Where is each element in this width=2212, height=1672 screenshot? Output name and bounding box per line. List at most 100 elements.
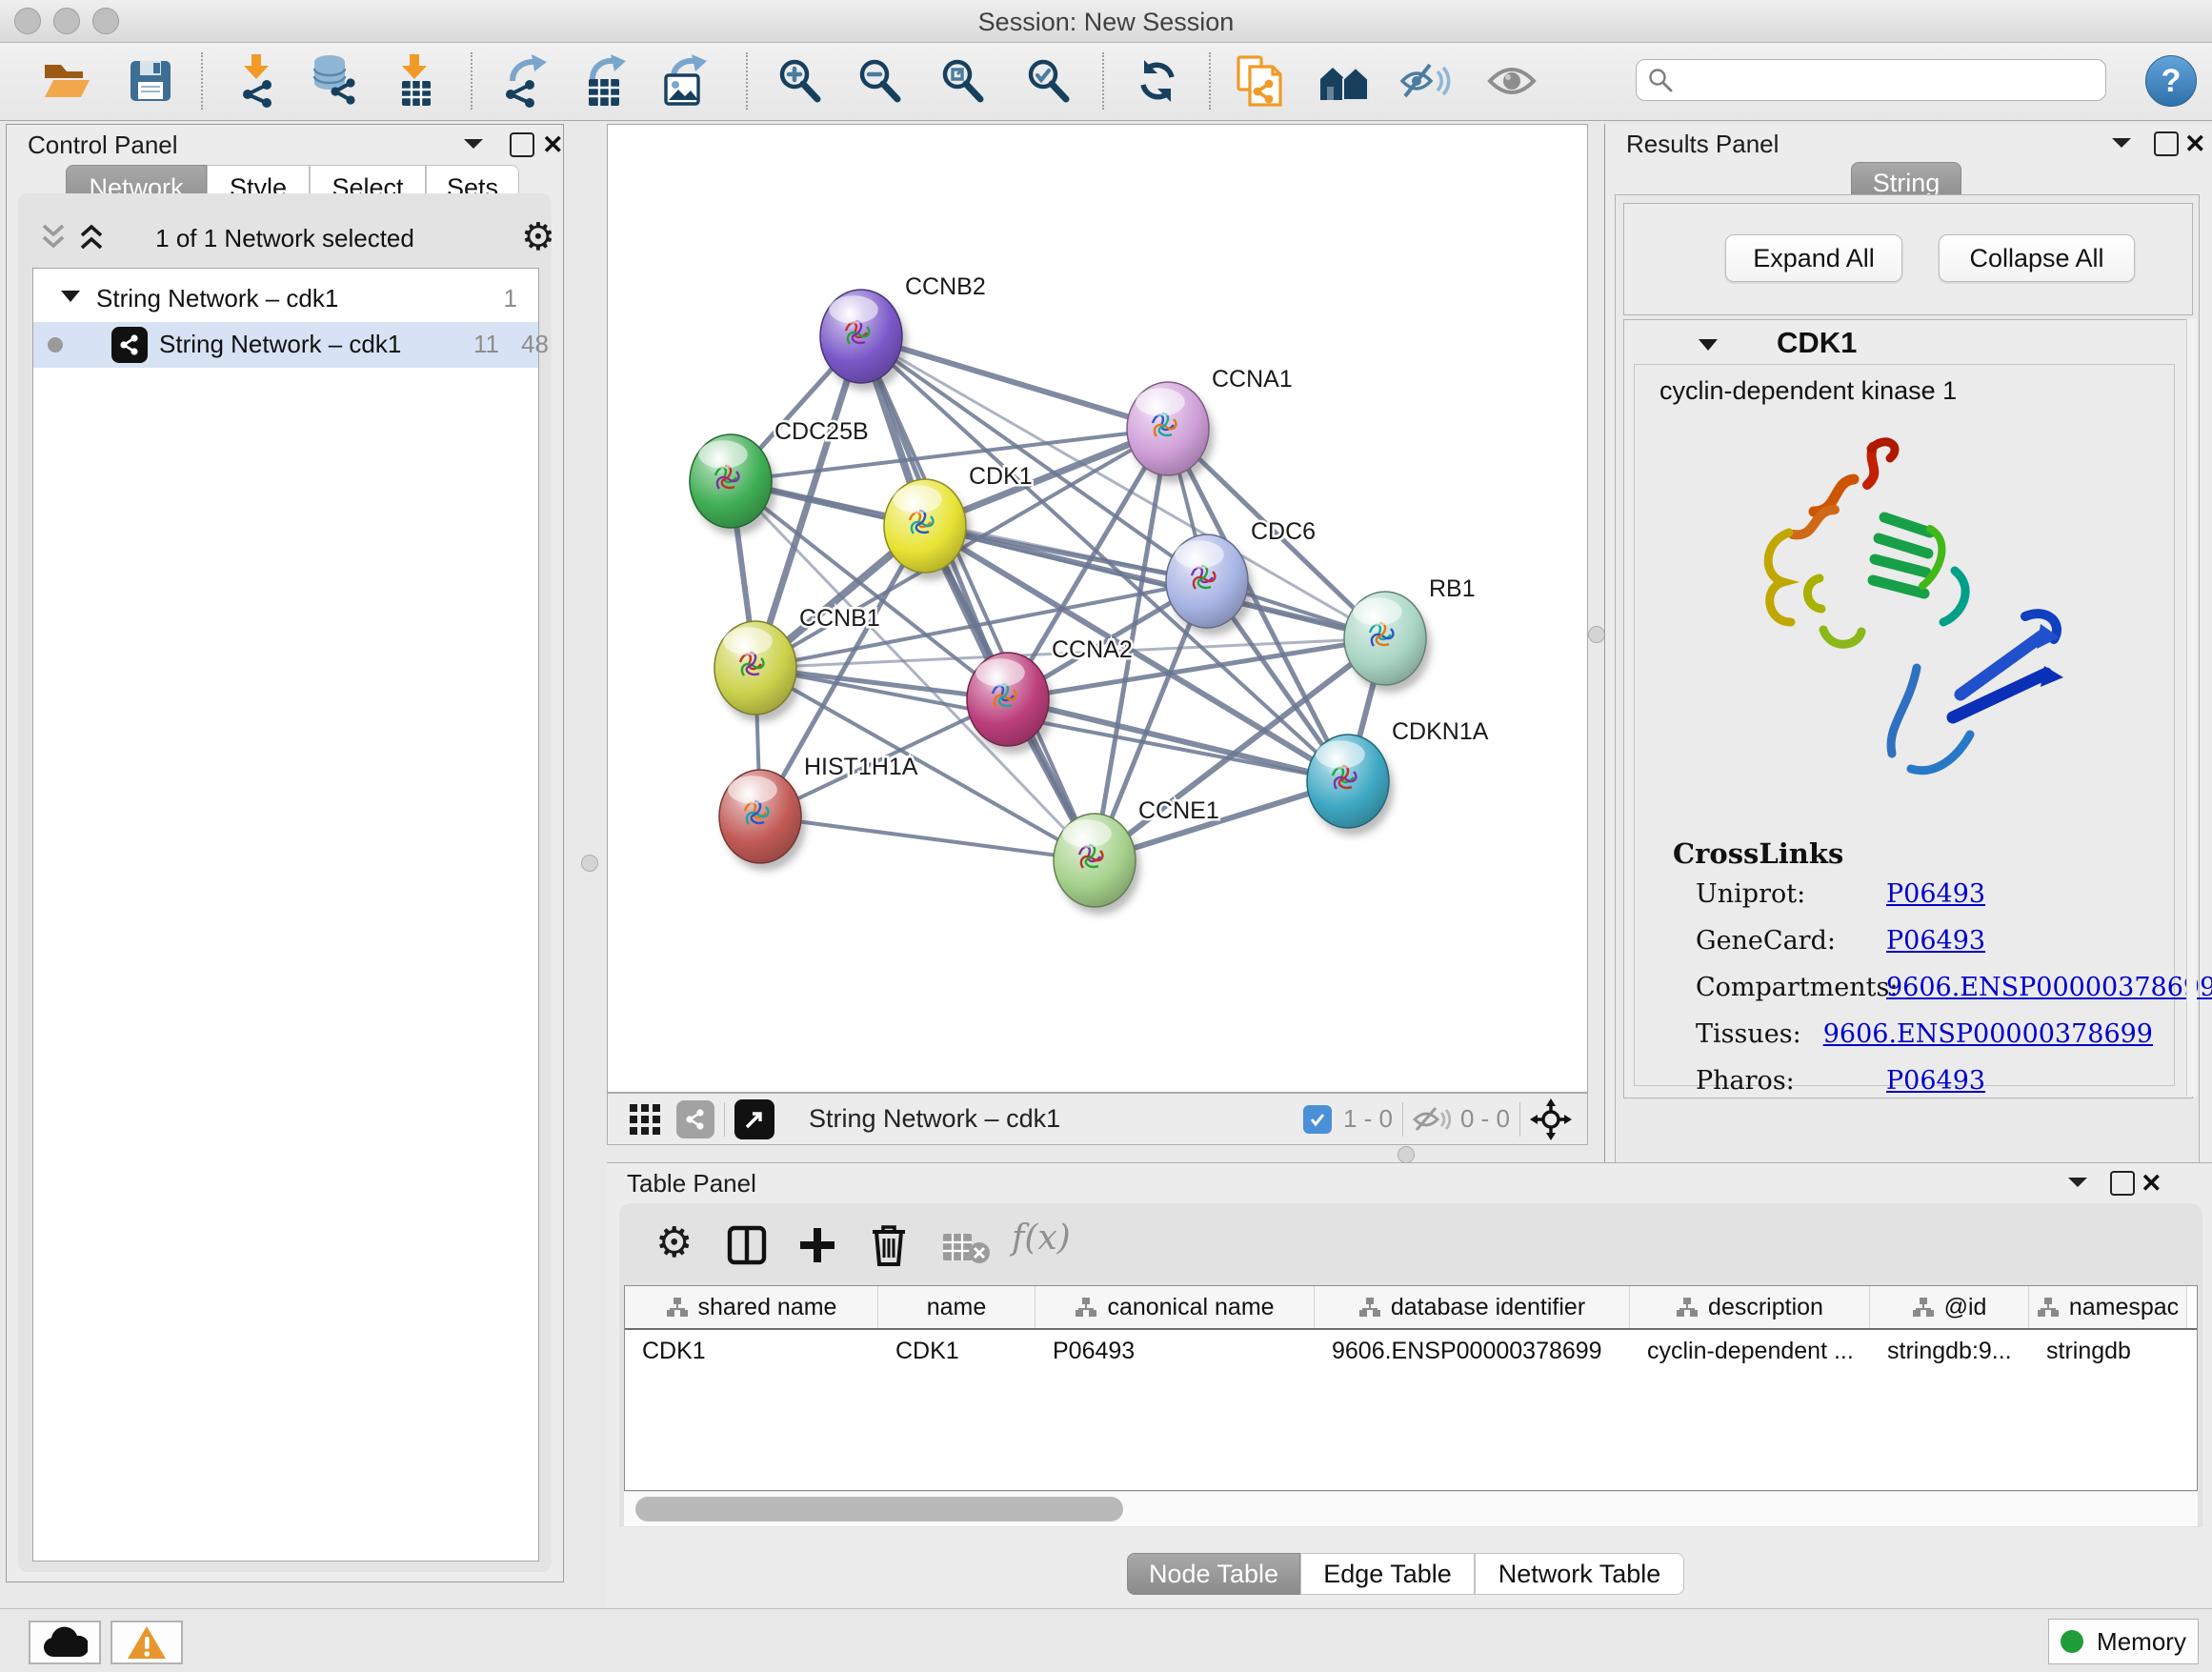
copy-network-icon[interactable] [1232,53,1287,109]
panel-menu-icon[interactable] [2066,1173,2089,1192]
panel-close-icon[interactable]: ✕ [2184,130,2206,159]
import-table-icon[interactable] [388,53,443,109]
column-header-description[interactable]: description [1630,1286,1870,1328]
window-title: Session: New Session [0,8,2212,37]
right-splitter-handle[interactable] [1588,626,1605,643]
panel-close-icon[interactable]: ✕ [2141,1169,2162,1199]
refresh-icon[interactable] [1130,53,1185,109]
node-RB1[interactable]: RB1 [1344,575,1476,693]
section-expander-icon[interactable] [1697,335,1719,354]
tree-expander-icon[interactable] [60,288,81,305]
column-header-canonical-name[interactable]: canonical name [1036,1286,1315,1328]
hide-selected-icon[interactable] [1398,53,1453,109]
network-graph[interactable]: CCNB2 CCNA1 CDC25B CDK1 [608,125,1587,1092]
tab-node-table[interactable]: Node Table [1127,1553,1300,1595]
network-collection-count: 1 [504,284,517,313]
crosslink-value-link[interactable]: 9606.ENSP00000378699 [1823,1019,2153,1049]
node-label-RB1: RB1 [1429,575,1476,602]
expand-all-button[interactable]: Expand All [1725,234,1902,282]
panel-float-icon[interactable] [510,132,534,157]
memory-button[interactable]: Memory [2048,1619,2199,1664]
column-header-@id[interactable]: @id [1870,1286,2029,1328]
help-icon[interactable]: ? [2145,55,2197,107]
table-row[interactable]: CDK1CDK1P064939606.ENSP00000378699cyclin… [625,1330,2197,1372]
panel-float-icon[interactable] [2110,1171,2135,1196]
delete-table-icon[interactable] [941,1230,991,1264]
first-neighbors-icon[interactable] [1317,53,1373,109]
column-header-name[interactable]: name [878,1286,1036,1328]
fit-crosshair-icon[interactable] [1530,1098,1572,1140]
node-HIST1H1A[interactable]: HIST1H1A [719,754,918,871]
save-icon[interactable] [123,53,178,109]
network-edges [731,336,1385,860]
edge-CCNB2-CCNE1[interactable] [861,336,1095,860]
network-share-icon[interactable] [676,1100,714,1138]
current-network-name: String Network – cdk1 [809,1104,1060,1134]
gear-icon[interactable]: ⚙ [521,218,555,256]
node-label-CDK1: CDK1 [969,463,1033,490]
table-cell: stringdb:9... [1870,1330,2029,1372]
panel-menu-icon[interactable] [2110,133,2133,152]
crosslink-value-link[interactable]: P06493 [1886,879,1985,909]
open-folder-icon[interactable] [38,53,93,109]
open-in-window-icon[interactable] [734,1099,774,1139]
warning-button[interactable] [111,1621,183,1664]
panel-float-icon[interactable] [2154,131,2179,156]
crosslink-value-link[interactable]: P06493 [1886,1066,1985,1096]
add-icon[interactable] [796,1224,838,1266]
network-collection-label: String Network – cdk1 [96,284,338,313]
delete-icon[interactable] [869,1222,909,1268]
crosslink-label: Tissues: [1696,1019,1823,1049]
tab-network-table[interactable]: Network Table [1475,1553,1684,1595]
tab-edge-table[interactable]: Edge Table [1300,1553,1475,1595]
show-all-icon[interactable] [1484,53,1539,109]
crosslink-value-link[interactable]: 9606.ENSP00000378699 [1886,973,2212,1002]
edge-HIST1H1A-CCNE1[interactable] [760,816,1095,860]
edge-CCNB2-CCNA1[interactable] [861,336,1168,429]
grid-view-icon[interactable] [629,1103,661,1136]
crosslink-label: GeneCard: [1696,926,1886,956]
search-input[interactable] [1682,66,2094,94]
zoom-selected-icon[interactable] [1021,53,1076,109]
column-header-database-identifier[interactable]: database identifier [1315,1286,1630,1328]
horizontal-splitter-handle[interactable] [1398,1146,1415,1163]
table-header-row: shared namenamecanonical namedatabase id… [625,1286,2197,1330]
table-gear-icon[interactable]: ⚙ [655,1222,693,1264]
node-CDKN1A[interactable]: CDKN1A [1307,718,1489,836]
table-cell: stringdb [2029,1330,2187,1372]
zoom-in-icon[interactable] [773,53,828,109]
node-CCNA1[interactable]: CCNA1 [1127,366,1293,483]
results-scrollbar[interactable] [2186,319,2197,1097]
export-network-icon[interactable] [497,53,553,109]
network-canvas[interactable]: CCNB2 CCNA1 CDC25B CDK1 [607,124,1588,1093]
crosslink-value-link[interactable]: P06493 [1886,926,1985,956]
column-header-shared-name[interactable]: shared name [625,1286,878,1328]
hidden-eye-icon[interactable] [1413,1105,1451,1134]
network-collection-row[interactable]: String Network – cdk1 1 [33,276,538,322]
table-panel: Table Panel ✕ ⚙ f(x) shared namenamecano… [607,1162,2212,1608]
panel-close-icon[interactable]: ✕ [542,131,564,160]
import-network-icon[interactable] [230,53,285,109]
table-hscrollbar-thumb[interactable] [635,1497,1123,1521]
network-row-selected[interactable]: String Network – cdk1 11 48 [33,322,538,368]
left-splitter-handle[interactable] [581,855,598,872]
table-cell: CDK1 [878,1330,1036,1372]
crosslink-label: Pharos: [1696,1066,1886,1096]
collapse-all-button[interactable]: Collapse All [1939,234,2135,282]
import-database-icon[interactable] [308,53,363,109]
function-builder-icon[interactable]: f(x) [1012,1219,1071,1258]
node-table: shared namenamecanonical namedatabase id… [624,1285,2198,1491]
gene-section: CDK1 cyclin-dependent kinase 1 [1623,319,2193,1098]
table-hscrollbar[interactable] [624,1491,2198,1526]
selected-checkbox-icon[interactable] [1303,1105,1332,1134]
node-CCNE1[interactable]: CCNE1 [1054,797,1219,915]
export-image-icon[interactable] [657,53,713,109]
panel-menu-icon[interactable] [462,134,485,153]
columns-icon[interactable] [726,1224,768,1266]
column-header-namespac[interactable]: namespac [2029,1286,2187,1328]
cloud-button[interactable] [29,1621,101,1664]
zoom-out-icon[interactable] [853,53,908,109]
zoom-fit-icon[interactable] [935,53,991,109]
export-table-icon[interactable] [577,53,633,109]
node-label-CCNA1: CCNA1 [1212,366,1293,393]
